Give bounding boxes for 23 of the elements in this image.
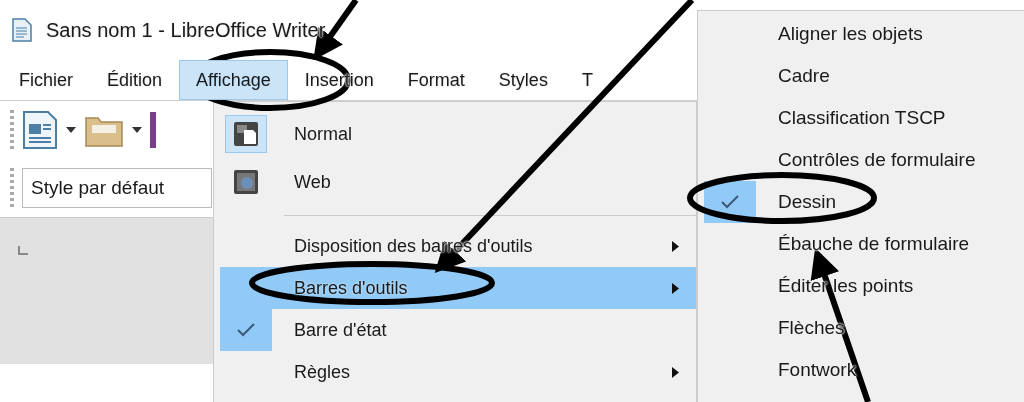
menu-item[interactable]: Classification TSCP	[704, 97, 1024, 139]
menu-item[interactable]: Dessin	[704, 181, 1024, 223]
paragraph-style-field[interactable]: Style par défaut	[22, 168, 212, 208]
menu-item[interactable]: Fichier	[2, 60, 90, 100]
document-icon	[12, 18, 32, 42]
window-title: Sans nom 1 - LibreOffice Writer	[46, 18, 326, 42]
menu-item[interactable]: Web	[220, 158, 696, 206]
new-document-icon[interactable]	[22, 110, 58, 150]
menu-item[interactable]: Édition	[90, 60, 180, 100]
menu-item[interactable]: Règles	[220, 351, 696, 393]
menu-item[interactable]: Affichage	[179, 60, 288, 100]
dropdown-caret-icon[interactable]	[132, 127, 142, 133]
menu-item[interactable]: Barre d'état	[220, 309, 696, 351]
menu-item[interactable]: Cadre	[704, 55, 1024, 97]
corner-mark-icon	[18, 246, 28, 255]
menu-item[interactable]: Styles	[481, 60, 565, 100]
menu-item[interactable]: T	[564, 60, 610, 100]
menu-item[interactable]: Ébauche de formulaire	[704, 223, 1024, 265]
menu-item[interactable]: Format	[390, 60, 482, 100]
menu-item[interactable]: Normal	[220, 110, 696, 158]
dropdown-caret-icon[interactable]	[66, 127, 76, 133]
menu-item[interactable]: Contrôles de formulaire	[704, 139, 1024, 181]
menu-item[interactable]: Aligner les objets	[704, 13, 1024, 55]
